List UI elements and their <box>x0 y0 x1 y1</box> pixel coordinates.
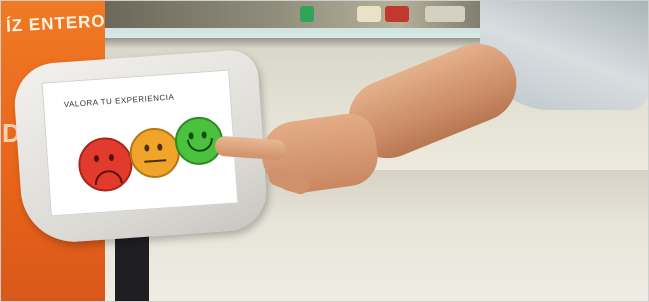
smile <box>186 137 214 153</box>
product <box>425 6 465 22</box>
product <box>300 6 314 22</box>
flat-mouth <box>144 159 167 163</box>
product <box>357 6 381 22</box>
banner-text: ÍZ ENTERO <box>5 11 107 36</box>
neutral-face-button[interactable] <box>128 126 182 180</box>
eye <box>93 154 100 163</box>
frown <box>93 169 123 186</box>
eye <box>144 144 150 152</box>
kiosk-screen: VALORA TU EXPERIENCIA <box>41 69 239 217</box>
eye <box>108 153 115 162</box>
photo-scene: ◯ ÍZ ENTERO DE C VALORA TU EXPERIENCIA <box>0 0 649 302</box>
eye <box>157 143 163 151</box>
screen-title: VALORA TU EXPERIENCIA <box>63 92 175 110</box>
sad-face-button[interactable] <box>76 135 135 194</box>
product <box>385 6 409 22</box>
